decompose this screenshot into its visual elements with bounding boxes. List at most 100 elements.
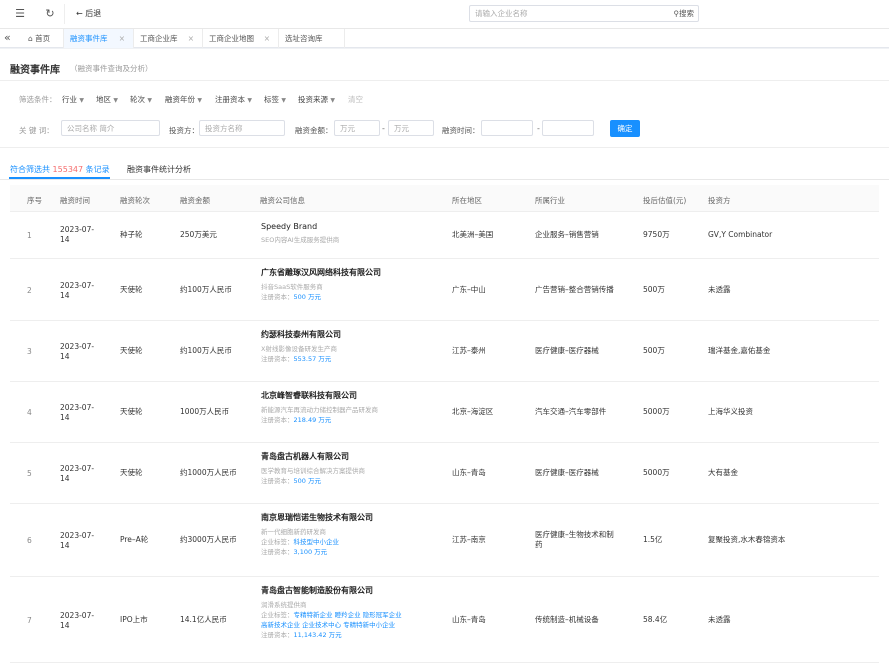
company-capital: 注册资本：500 万元 xyxy=(261,477,321,485)
table-row[interactable]: 2 2023-07- 14 天使轮 约100万人民币 广东省雕琢汉风网络科技有限公… xyxy=(10,259,879,321)
company-name[interactable]: 广东省雕琢汉风网络科技有限公司 xyxy=(261,268,381,278)
company-desc: X射线影像设备研发生产商 xyxy=(261,345,337,353)
divider xyxy=(64,4,65,24)
tab-label: 首页 xyxy=(35,34,51,43)
company-name[interactable]: 北京峰智睿联科技有限公司 xyxy=(261,391,378,401)
row-date: 2023-07- 14 xyxy=(60,611,95,630)
time-end-input[interactable] xyxy=(542,120,594,136)
row-round: 天使轮 xyxy=(120,285,143,294)
stat-prefix: 符合筛选共 xyxy=(10,165,50,174)
row-industry: 医疗健康–生物技术和制药 xyxy=(535,530,614,549)
company-name[interactable]: 南京恩瑞恺诺生物技术有限公司 xyxy=(261,513,373,523)
table-row[interactable]: 4 2023-07- 14 天使轮 1000万人民币 北京峰智睿联科技有限公司 新… xyxy=(10,382,879,443)
close-icon[interactable]: × xyxy=(119,29,125,48)
tag[interactable]: 企业技术中心 xyxy=(302,621,341,629)
row-round: IPO上市 xyxy=(120,615,148,624)
col-valuation: 投后估值(元) xyxy=(643,196,687,205)
tag[interactable]: 专精特新企业 xyxy=(294,611,333,619)
row-company-info: 青岛盘古智能制造股份有限公司 润滑系统提供商 企业标签：专精特新企业 瞪羚企业 … xyxy=(261,586,441,640)
amount-max-input[interactable] xyxy=(388,120,434,136)
filter-region[interactable]: 地区 ▼ xyxy=(96,94,118,105)
row-company-info: 南京恩瑞恺诺生物技术有限公司 新一代细胞新药研发商 企业标签：科技型中小企业 注… xyxy=(261,513,373,557)
search-box: ⚲搜索 xyxy=(469,5,699,22)
divider xyxy=(0,147,889,148)
table-row[interactable]: 5 2023-07- 14 天使轮 约1000万人民币 青岛盘古机器人有限公司 医… xyxy=(10,443,879,504)
divider xyxy=(0,179,889,180)
company-name[interactable]: 青岛盘古机器人有限公司 xyxy=(261,452,365,462)
back-button[interactable]: ← 后退 xyxy=(76,8,101,19)
row-industry: 医疗健康–医疗器械 xyxy=(535,346,599,355)
tab-label: 选址咨询库 xyxy=(285,34,323,43)
filter-source[interactable]: 投资来源 ▼ xyxy=(298,94,335,105)
row-amount: 约1000万人民币 xyxy=(180,468,237,477)
caret-down-icon: ▼ xyxy=(330,97,336,104)
page-header: 融资事件库 （融资事件查询及分析） xyxy=(0,49,889,81)
tab-site-consult[interactable]: 选址咨询库 xyxy=(279,29,345,48)
row-company-info: Speedy Brand SEO内容AI生成服务提供商 xyxy=(261,222,339,245)
filter-round[interactable]: 轮次 ▼ xyxy=(130,94,152,105)
tag[interactable]: 瞪羚企业 xyxy=(335,611,361,619)
tab-home[interactable]: ⌂ 首页 xyxy=(22,29,64,48)
table-row[interactable]: 3 2023-07- 14 天使轮 约100万人民币 约瑟科技泰州有限公司 X射线… xyxy=(10,321,879,382)
close-icon[interactable]: × xyxy=(264,29,270,48)
row-date: 2023-07- 14 xyxy=(60,225,95,244)
row-valuation: 1.5亿 xyxy=(643,535,663,544)
row-valuation: 58.4亿 xyxy=(643,615,668,624)
table-row[interactable]: 7 2023-07- 14 IPO上市 14.1亿人民币 青岛盘古智能制造股份有限… xyxy=(10,577,879,663)
tab-statistics-analysis[interactable]: 融资事件统计分析 xyxy=(127,164,191,175)
close-icon[interactable]: × xyxy=(188,29,194,48)
table-row[interactable]: 1 2023-07- 14 种子轮 250万美元 Speedy Brand SEO… xyxy=(10,212,879,259)
row-investor: 大有基金 xyxy=(708,468,738,477)
col-region: 所在地区 xyxy=(452,196,482,205)
search-button-label: 搜索 xyxy=(679,9,694,18)
filter-industry[interactable]: 行业 ▼ xyxy=(62,94,84,105)
amount-min-input[interactable] xyxy=(334,120,380,136)
double-chevron-left-icon[interactable]: « xyxy=(4,31,11,44)
confirm-button[interactable]: 确定 xyxy=(610,120,640,137)
filter-tags[interactable]: 标签 ▼ xyxy=(264,94,286,105)
tag[interactable]: 专精特新中小企业 xyxy=(343,621,395,629)
filter-clear[interactable]: 清空 xyxy=(348,94,363,105)
row-investor: 未透露 xyxy=(708,285,731,294)
caret-down-icon: ▼ xyxy=(113,97,119,104)
tag[interactable]: 科技型中小企业 xyxy=(294,538,340,546)
refresh-icon[interactable]: ↻ xyxy=(42,6,58,22)
tab-record-count[interactable]: 符合筛选共 155347 条记录 xyxy=(10,164,110,175)
col-date: 融资时间 xyxy=(60,196,90,205)
tag[interactable]: 高新技术企业 xyxy=(261,621,300,629)
row-date: 2023-07- 14 xyxy=(60,403,95,422)
company-capital: 注册资本：11,143.42 万元 xyxy=(261,631,342,639)
col-amount: 融资金额 xyxy=(180,196,210,205)
menu-icon[interactable]: ☰ xyxy=(12,6,28,22)
filter-capital[interactable]: 注册资本 ▼ xyxy=(215,94,252,105)
page-title: 融资事件库 xyxy=(10,65,60,76)
tab-business-map[interactable]: 工商企业地图 × xyxy=(203,29,279,48)
tab-financing-events[interactable]: 融资事件库 × xyxy=(64,29,134,48)
search-input[interactable] xyxy=(470,6,660,21)
arrow-left-icon: ← xyxy=(76,9,83,18)
company-name[interactable]: 青岛盘古智能制造股份有限公司 xyxy=(261,586,441,596)
row-region: 江苏–南京 xyxy=(452,535,486,544)
tag[interactable]: 隐形冠军企业 xyxy=(363,611,402,619)
company-capital: 注册资本：218.49 万元 xyxy=(261,416,332,424)
time-start-input[interactable] xyxy=(481,120,533,136)
row-seq: 4 xyxy=(27,408,32,417)
tab-business-db[interactable]: 工商企业库 × xyxy=(134,29,203,48)
row-seq: 7 xyxy=(27,616,32,625)
keyword-label: 关 键 词： xyxy=(19,126,54,135)
table-row[interactable]: 6 2023-07- 14 Pre–A轮 约3000万人民币 南京恩瑞恺诺生物技术… xyxy=(10,504,879,577)
search-button[interactable]: ⚲搜索 xyxy=(674,8,695,19)
row-valuation: 500万 xyxy=(643,346,665,355)
row-industry: 广告营销–整合营销传播 xyxy=(535,285,614,294)
company-keyword-input[interactable] xyxy=(61,120,160,136)
top-bar: ☰ ↻ ← 后退 ⚲搜索 xyxy=(0,0,889,29)
row-amount: 约100万人民币 xyxy=(180,285,232,294)
amount-label: 融资金额： xyxy=(295,126,333,135)
company-name[interactable]: 约瑟科技泰州有限公司 xyxy=(261,330,341,340)
row-amount: 1000万人民币 xyxy=(180,407,230,416)
investor-input[interactable] xyxy=(199,120,285,136)
filter-year[interactable]: 融资年份 ▼ xyxy=(165,94,202,105)
tab-bar: « ⌂ 首页 融资事件库 × 工商企业库 × 工商企业地图 × 选址咨询库 xyxy=(0,29,889,48)
company-name[interactable]: Speedy Brand xyxy=(261,222,339,232)
row-round: 天使轮 xyxy=(120,468,143,477)
